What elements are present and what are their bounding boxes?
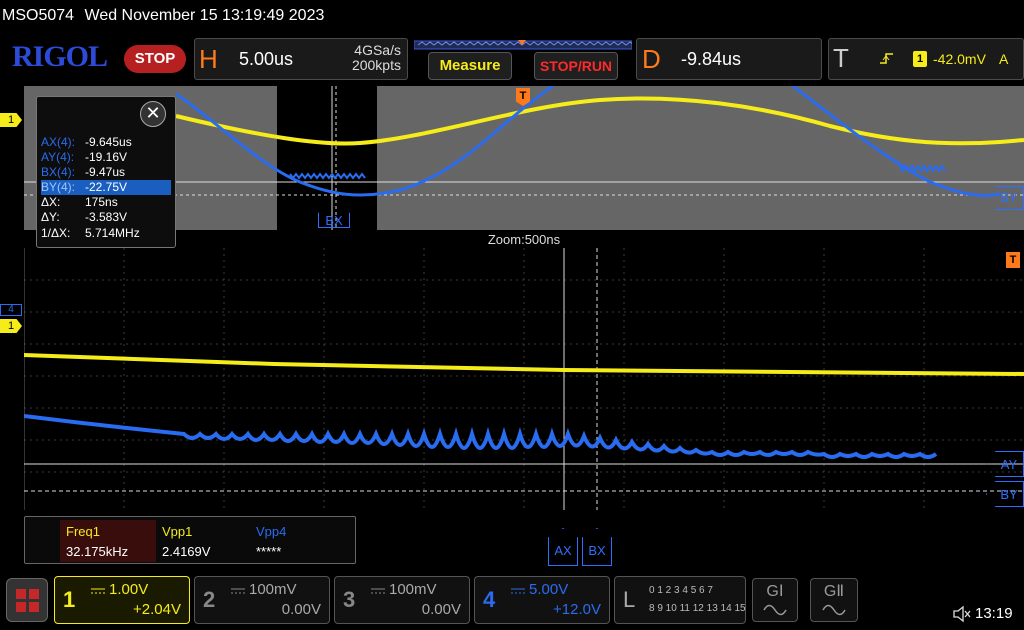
- sample-rate: 4GSa/s: [354, 42, 401, 58]
- horizontal-letter: H: [199, 44, 218, 74]
- cursor-row-ax: AX(4): -9.645us: [41, 135, 132, 149]
- grid-menu-icon: [16, 589, 40, 613]
- delay-value: -9.84us: [681, 49, 742, 69]
- channel-3-offset: 0.00V: [421, 601, 461, 618]
- channel-3-scale: 100mV: [389, 581, 437, 598]
- cursor-row-bx: BX(4): -9.47us: [41, 165, 126, 179]
- measurement-vpp4-cell[interactable]: Vpp4 *****: [252, 520, 348, 562]
- dc-coupling-icon: [229, 583, 247, 594]
- close-icon[interactable]: ✕: [140, 101, 166, 127]
- ch1-overview-trace: [175, 96, 1024, 146]
- model-name: MSO5074: [2, 7, 75, 24]
- stop-run-button[interactable]: STOP/RUN: [534, 52, 618, 80]
- memory-position-bar[interactable]: [413, 38, 647, 52]
- trigger-mode: A: [999, 51, 1009, 67]
- meas-freq1-value: 32.175kHz: [66, 544, 129, 559]
- channel-2-scale: 100mV: [249, 581, 297, 598]
- channel-2-number: 2: [203, 587, 216, 612]
- timebase-value: 5.00us: [239, 49, 294, 69]
- generator-2-label: GⅡ: [823, 583, 845, 600]
- cursor-ax-marker[interactable]: AX: [548, 528, 578, 566]
- zoom-grid: [24, 248, 1024, 510]
- cursor-bx-marker[interactable]: BX: [582, 528, 612, 566]
- logic-letter: L: [623, 587, 636, 612]
- measurement-vpp1-cell[interactable]: Vpp1 2.4169V: [158, 520, 250, 562]
- delay-letter: D: [642, 44, 661, 74]
- zoom-timebase-label: Zoom:500ns: [487, 232, 561, 247]
- dc-coupling-icon: [89, 583, 107, 594]
- meas-vpp4-label: Vpp4: [256, 524, 287, 539]
- trigger-level: -42.0mV: [933, 51, 986, 67]
- menu-button[interactable]: [6, 578, 48, 622]
- ch4-zoom-marker[interactable]: 4: [0, 304, 22, 316]
- status-bar: MSO5074 Wed November 15 13:19:49 2023: [0, 0, 1024, 32]
- rising-edge-icon: [879, 51, 895, 67]
- cursor-row-dy: ΔY: -3.583V: [41, 210, 128, 224]
- channel-4-box[interactable]: 4 5.00V +12.0V: [474, 576, 610, 624]
- zoom-waveform-area[interactable]: [24, 248, 1024, 510]
- logic-channels-row1: 0 1 2 3 4 5 6 7: [649, 585, 713, 596]
- speaker-muted-icon[interactable]: [952, 605, 972, 623]
- channel-4-offset: +12.0V: [553, 601, 601, 618]
- memory-depth: 200kpts: [351, 57, 401, 73]
- ch1-zoom-marker[interactable]: 1: [0, 319, 22, 333]
- channel-4-scale: 5.00V: [529, 581, 569, 598]
- channel-1-box[interactable]: 1 1.00V +2.04V: [54, 576, 190, 624]
- meas-freq1-label: Freq1: [66, 524, 100, 539]
- rigol-logo: RIGOL: [12, 40, 108, 73]
- trigger-source-badge: 1: [913, 51, 927, 67]
- ch4-overview-ripple: [289, 172, 366, 180]
- channel-2-offset: 0.00V: [281, 601, 321, 618]
- channel-2-box[interactable]: 2 100mV 0.00V: [194, 576, 330, 624]
- channel-3-number: 3: [343, 587, 356, 612]
- trigger-letter: T: [833, 43, 849, 73]
- channel-4-number: 4: [483, 587, 496, 612]
- measurement-freq1-cell[interactable]: Freq1 32.175kHz: [60, 520, 156, 562]
- channel-3-box[interactable]: 3 100mV 0.00V: [334, 576, 470, 624]
- sine-wave-icon: [763, 603, 787, 617]
- measure-button[interactable]: Measure: [428, 52, 512, 80]
- logic-analyzer-box[interactable]: L 0 1 2 3 4 5 6 7 8 9 10 11 12 13 14 15: [614, 576, 746, 624]
- trigger-box[interactable]: T 1 -42.0mV A: [828, 38, 1024, 80]
- meas-vpp1-label: Vpp1: [162, 524, 193, 539]
- dc-coupling-icon: [509, 583, 527, 594]
- date-time: Wed November 15 13:19:49 2023: [84, 7, 325, 24]
- run-state-button[interactable]: STOP: [124, 45, 186, 73]
- dc-coupling-icon: [369, 583, 387, 594]
- channel-1-offset: +2.04V: [133, 601, 181, 618]
- meas-vpp4-value: *****: [256, 544, 282, 559]
- horizontal-timebase-box[interactable]: H 5.00us 4GSa/s 200kpts: [194, 38, 408, 80]
- sine-wave-icon: [822, 603, 846, 617]
- cursor-row-dx: ΔX: 175ns: [41, 195, 118, 209]
- channel-1-number: 1: [63, 587, 76, 612]
- cursor-row-ay: AY(4): -19.16V: [41, 150, 128, 164]
- generator-1-label: GⅠ: [766, 583, 784, 600]
- meas-vpp1-value: 2.4169V: [162, 544, 211, 559]
- channel-1-scale: 1.00V: [109, 581, 149, 598]
- cursor-row-by-selected[interactable]: BY(4): -22.75V: [41, 180, 171, 195]
- generator-1-button[interactable]: GⅠ: [752, 578, 798, 622]
- clock: 13:19: [975, 605, 1013, 622]
- delay-box[interactable]: D -9.84us: [636, 38, 822, 80]
- generator-2-button[interactable]: GⅡ: [810, 578, 858, 622]
- memory-bar-graphic: [413, 40, 647, 50]
- ch4-zoom-trace: [24, 414, 938, 459]
- logic-channels-row2: 8 9 10 11 12 13 14 15: [649, 603, 746, 614]
